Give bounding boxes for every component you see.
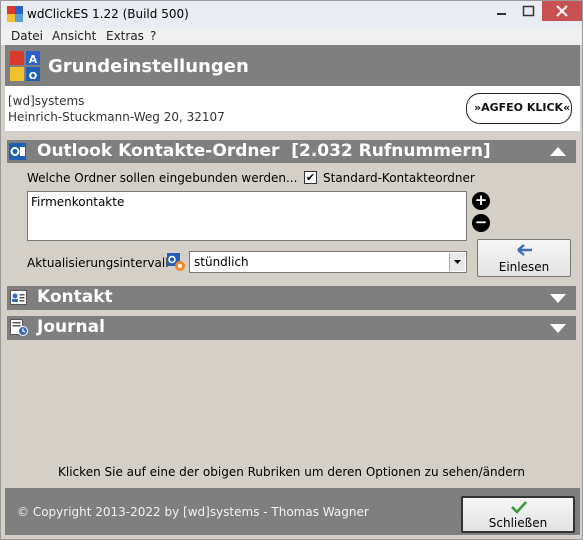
minimize-button[interactable] bbox=[488, 1, 515, 21]
section-journal-title: Journal bbox=[37, 317, 105, 337]
dropdown-button[interactable] bbox=[449, 253, 465, 271]
section-outlook-title: Outlook Kontakte-Ordner [2.032 Rufnummer… bbox=[37, 141, 491, 161]
copyright-text: © Copyright 2013-2022 by [wd]systems - T… bbox=[17, 505, 369, 519]
contact-card-icon bbox=[10, 290, 27, 305]
outlook-sync-icon bbox=[167, 253, 185, 271]
outlook-icon bbox=[9, 143, 26, 160]
svg-text:A: A bbox=[29, 53, 38, 66]
window-title: wdClickES 1.22 (Build 500) bbox=[27, 7, 189, 21]
maximize-button[interactable] bbox=[515, 1, 542, 21]
section-journal-header[interactable]: Journal bbox=[7, 316, 576, 340]
page-title: Grundeinstellungen bbox=[48, 56, 249, 77]
page-header: A O Grundeinstellungen bbox=[5, 45, 580, 86]
close-icon bbox=[556, 5, 568, 17]
chevron-down-icon bbox=[454, 260, 461, 264]
interval-select[interactable]: stündlich bbox=[189, 251, 467, 273]
svg-text:O: O bbox=[29, 71, 38, 82]
close-button[interactable]: Schließen bbox=[461, 496, 575, 533]
minus-icon: − bbox=[474, 213, 488, 231]
collapse-icon[interactable] bbox=[550, 147, 566, 156]
menu-extras[interactable]: Extras bbox=[106, 29, 144, 43]
close-window-button[interactable] bbox=[542, 1, 582, 21]
interval-value: stündlich bbox=[194, 255, 249, 269]
section-outlook-panel: Welche Ordner sollen eingebunden werden.… bbox=[7, 163, 576, 283]
agfeo-logo: »AGFEO KLICK« bbox=[466, 93, 572, 124]
company-name: [wd]systems bbox=[8, 94, 85, 108]
section-outlook-header[interactable]: Outlook Kontakte-Ordner [2.032 Rufnummer… bbox=[7, 140, 576, 163]
menu-bar: Datei Ansicht Extras ? bbox=[1, 28, 582, 45]
standard-folder-label[interactable]: Standard-Kontakteordner bbox=[323, 171, 475, 185]
app-window: wdClickES 1.22 (Build 500) Datei Ansicht… bbox=[0, 0, 583, 540]
minimize-icon bbox=[497, 13, 506, 15]
close-button-label: Schließen bbox=[488, 516, 548, 530]
interval-label: Aktualisierungsintervall bbox=[27, 256, 169, 270]
checkmark-icon bbox=[511, 501, 527, 514]
remove-folder-button[interactable]: − bbox=[472, 214, 490, 232]
add-folder-button[interactable]: + bbox=[472, 192, 490, 210]
arrow-left-icon bbox=[517, 244, 532, 256]
plus-icon: + bbox=[474, 191, 488, 209]
maximize-icon bbox=[522, 5, 535, 17]
agfeo-logo-text: »AGFEO KLICK« bbox=[474, 101, 571, 114]
app-logo-icon: A O bbox=[10, 51, 40, 82]
menu-ansicht[interactable]: Ansicht bbox=[52, 29, 96, 43]
menu-help[interactable]: ? bbox=[150, 29, 156, 43]
company-address: Heinrich-Stuckmann-Weg 20, 32107 bbox=[8, 110, 225, 124]
folder-prompt: Welche Ordner sollen eingebunden werden.… bbox=[27, 171, 298, 185]
hint-text: Klicken Sie auf eine der obigen Rubriken… bbox=[58, 465, 525, 479]
section-kontakt-title: Kontakt bbox=[37, 287, 113, 307]
menu-datei[interactable]: Datei bbox=[11, 29, 43, 43]
journal-icon bbox=[10, 319, 28, 336]
load-button[interactable]: Einlesen bbox=[477, 239, 571, 277]
list-item[interactable]: Firmenkontakte bbox=[31, 195, 124, 209]
load-button-label: Einlesen bbox=[498, 260, 550, 274]
company-info: [wd]systems Heinrich-Stuckmann-Weg 20, 3… bbox=[5, 86, 580, 132]
section-kontakt-header[interactable]: Kontakt bbox=[7, 286, 576, 310]
app-icon bbox=[7, 6, 23, 22]
standard-folder-checkbox[interactable]: ✔ bbox=[304, 171, 317, 184]
folder-list[interactable]: Firmenkontakte bbox=[27, 191, 467, 241]
footer: © Copyright 2013-2022 by [wd]systems - T… bbox=[5, 488, 580, 535]
expand-icon[interactable] bbox=[550, 324, 566, 333]
title-bar[interactable]: wdClickES 1.22 (Build 500) bbox=[1, 1, 582, 28]
expand-icon[interactable] bbox=[550, 294, 566, 303]
